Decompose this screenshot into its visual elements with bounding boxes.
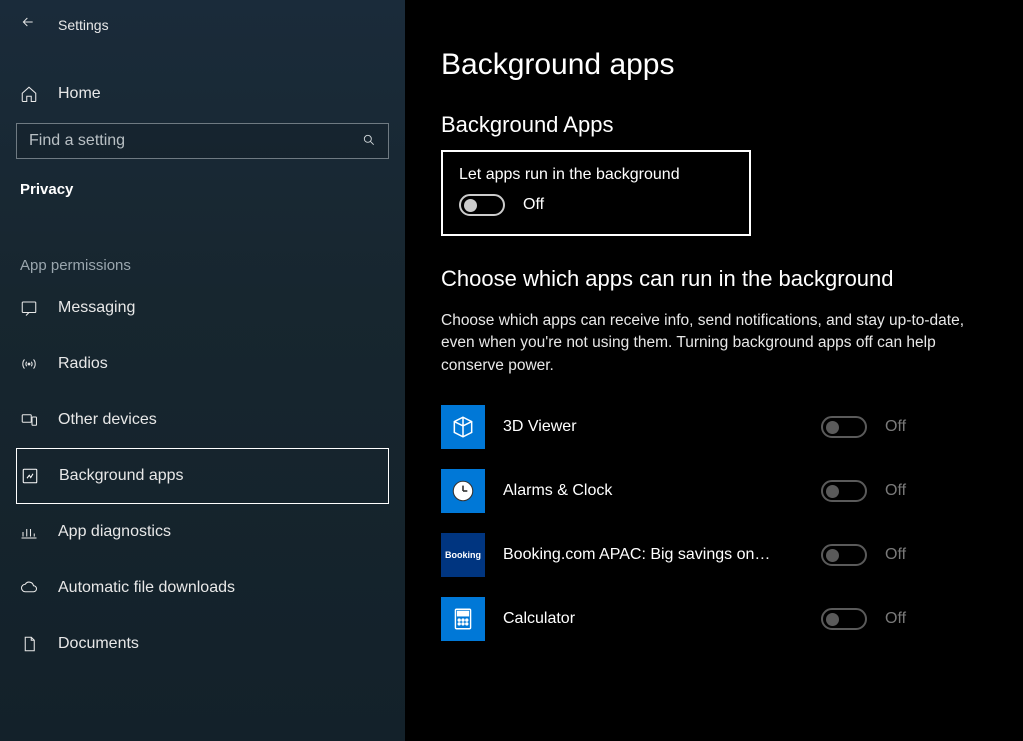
app-row-calculator: Calculator Off — [441, 587, 983, 651]
app-row-3d-viewer: 3D Viewer Off — [441, 395, 983, 459]
sidebar-item-background-apps[interactable]: Background apps — [16, 448, 389, 504]
sidebar-item-automatic-file-downloads[interactable]: Automatic file downloads — [0, 560, 405, 616]
app-name: 3D Viewer — [503, 418, 803, 436]
sidebar: Settings Home Privacy App permissions Me… — [0, 0, 405, 741]
group-title: Background Apps — [441, 112, 983, 138]
choose-description: Choose which apps can receive info, send… — [441, 310, 981, 377]
back-arrow-icon[interactable] — [20, 14, 36, 35]
choose-title: Choose which apps can run in the backgro… — [441, 266, 983, 292]
section-title: Privacy — [0, 159, 405, 202]
app-toggle-state: Off — [885, 482, 906, 500]
sidebar-item-label: App diagnostics — [58, 523, 171, 541]
subsection-title: App permissions — [0, 202, 405, 280]
sidebar-item-documents[interactable]: Documents — [0, 616, 405, 672]
app-icon-booking-icon: Booking — [441, 533, 485, 577]
page-title: Background apps — [441, 48, 983, 82]
master-toggle[interactable] — [459, 194, 505, 216]
sidebar-item-label: Documents — [58, 635, 139, 653]
sidebar-item-label: Background apps — [59, 467, 184, 485]
search-icon — [362, 133, 376, 150]
sidebar-item-other-devices[interactable]: Other devices — [0, 392, 405, 448]
app-toggle[interactable] — [821, 416, 867, 438]
sidebar-item-app-diagnostics[interactable]: App diagnostics — [0, 504, 405, 560]
master-toggle-label: Let apps run in the background — [459, 166, 733, 184]
sidebar-item-messaging[interactable]: Messaging — [0, 280, 405, 336]
home-button[interactable]: Home — [0, 71, 405, 117]
app-name: Booking.com APAC: Big savings on… — [503, 546, 803, 564]
app-row-alarms-clock: Alarms & Clock Off — [441, 459, 983, 523]
search-input-container[interactable] — [16, 123, 389, 159]
app-toggle-state: Off — [885, 610, 906, 628]
app-row-booking: Booking Booking.com APAC: Big savings on… — [441, 523, 983, 587]
sidebar-item-label: Other devices — [58, 411, 157, 429]
master-toggle-highlight: Let apps run in the background Off — [441, 150, 751, 236]
app-icon-cube-icon — [441, 405, 485, 449]
window-title: Settings — [58, 17, 109, 33]
sidebar-item-radios[interactable]: Radios — [0, 336, 405, 392]
sidebar-item-label: Automatic file downloads — [58, 579, 235, 597]
sidebar-item-label: Messaging — [58, 299, 135, 317]
app-toggle[interactable] — [821, 480, 867, 502]
app-toggle[interactable] — [821, 608, 867, 630]
app-toggle[interactable] — [821, 544, 867, 566]
app-icon-clock-icon — [441, 469, 485, 513]
app-toggle-state: Off — [885, 546, 906, 564]
app-toggle-state: Off — [885, 418, 906, 436]
sidebar-item-label: Radios — [58, 355, 108, 373]
app-name: Alarms & Clock — [503, 482, 803, 500]
master-toggle-state: Off — [523, 196, 544, 214]
search-input[interactable] — [29, 132, 329, 150]
home-label: Home — [58, 85, 101, 103]
app-name: Calculator — [503, 610, 803, 628]
main-content: Background apps Background Apps Let apps… — [405, 0, 1023, 741]
app-icon-calculator-icon — [441, 597, 485, 641]
